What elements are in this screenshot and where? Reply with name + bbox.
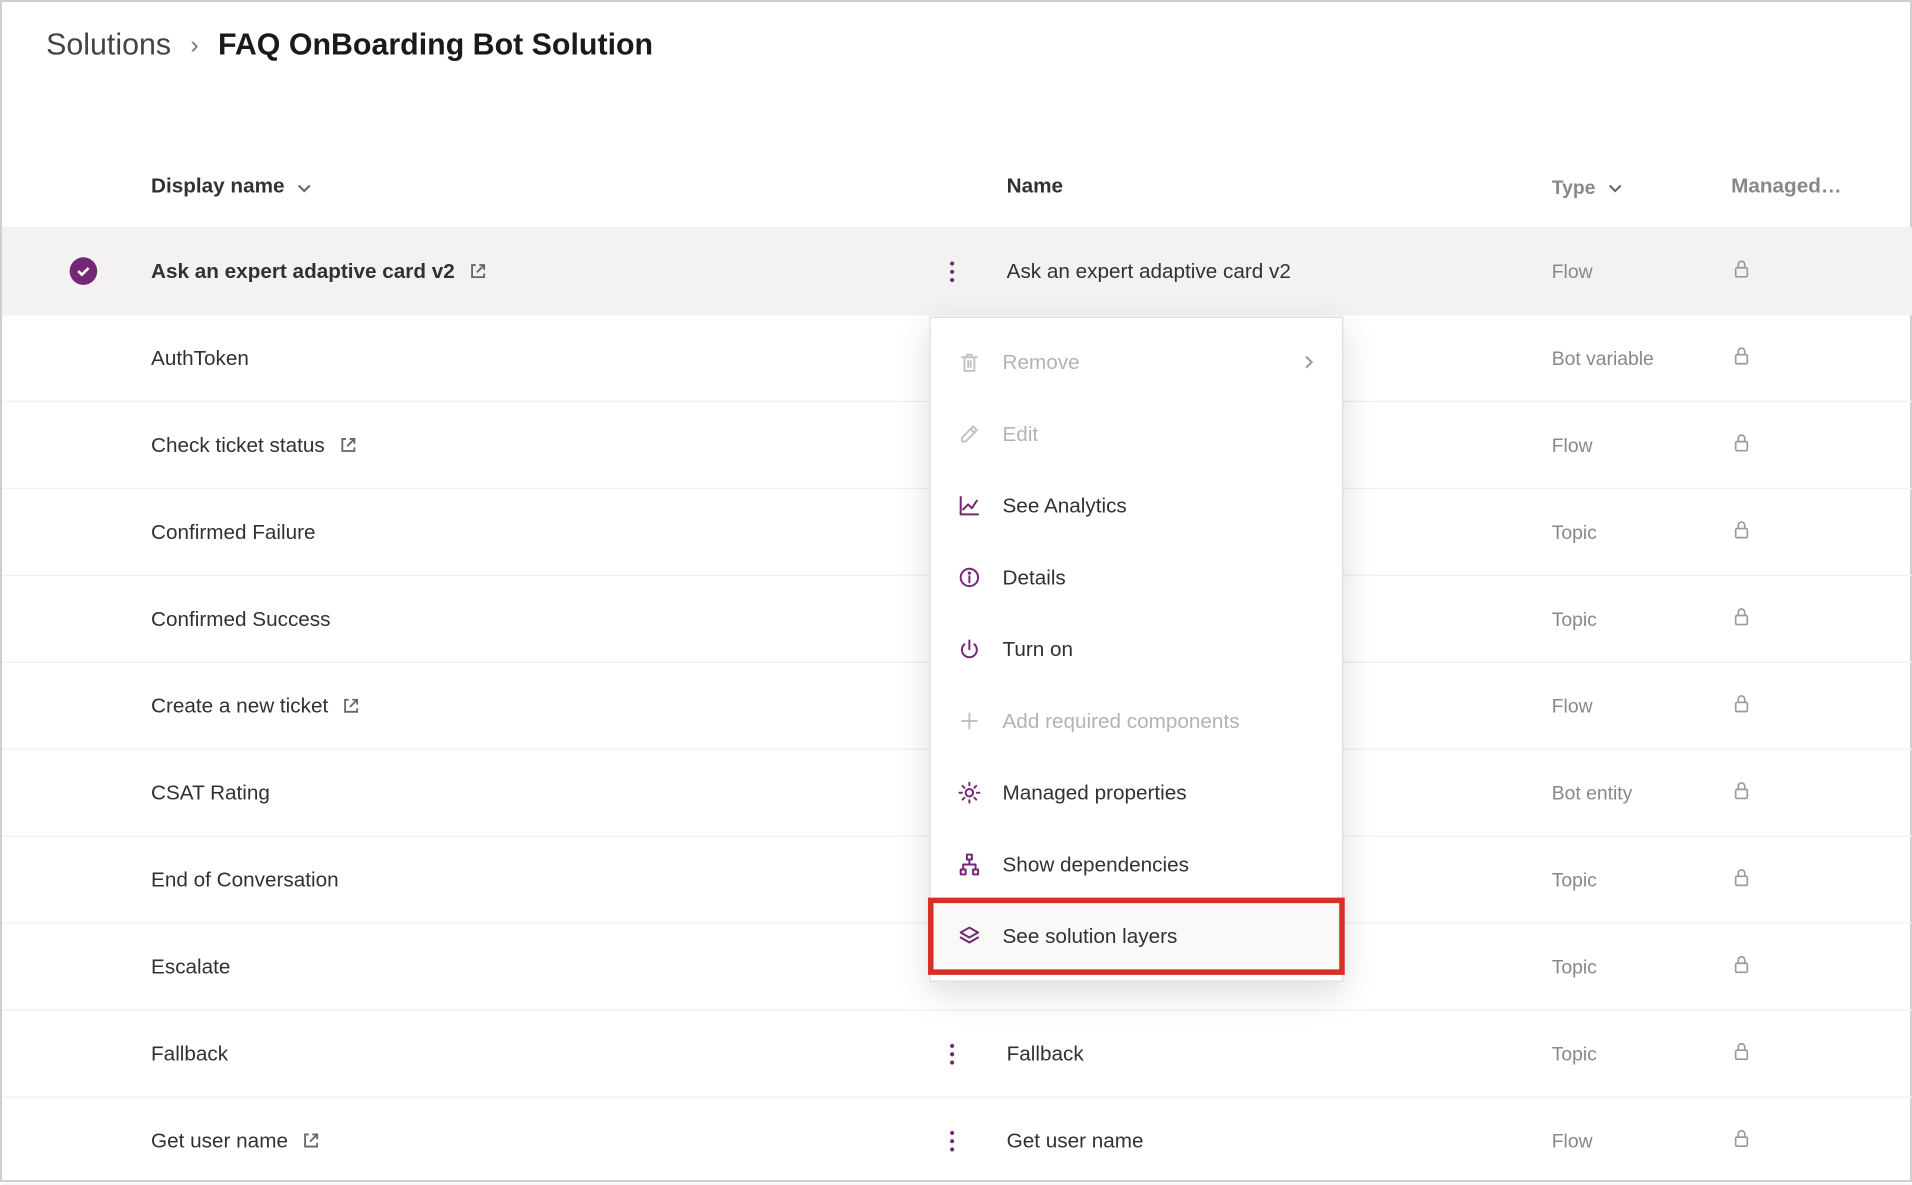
- gear-icon: [956, 779, 984, 807]
- lock-icon: [1731, 606, 1752, 627]
- edit-icon: [956, 420, 984, 448]
- menu-item[interactable]: Managed properties: [931, 757, 1342, 829]
- row-type: Topic: [1552, 608, 1597, 630]
- row-more-actions-button[interactable]: [949, 1130, 953, 1151]
- info-icon: [956, 564, 984, 592]
- row-display-name[interactable]: Ask an expert adaptive card v2: [151, 259, 455, 282]
- row-display-name[interactable]: Escalate: [151, 955, 230, 978]
- lock-icon: [1731, 432, 1752, 453]
- column-display-name[interactable]: Display name: [123, 175, 896, 198]
- row-select-check-icon[interactable]: [70, 257, 98, 285]
- menu-item-label: Add required components: [1003, 709, 1318, 732]
- column-type-label: Type: [1552, 175, 1596, 197]
- row-display-name[interactable]: AuthToken: [151, 346, 249, 369]
- lock-icon: [1731, 867, 1752, 888]
- menu-item-label: See solution layers: [1003, 925, 1318, 948]
- table-row[interactable]: Get user name Get user name Flow: [2, 1098, 1912, 1185]
- power-icon: [956, 635, 984, 663]
- menu-item[interactable]: Turn on: [931, 613, 1342, 685]
- row-name: Fallback: [1007, 1042, 1084, 1065]
- row-type: Flow: [1552, 434, 1593, 456]
- lock-icon: [1731, 954, 1752, 975]
- column-display-name-label: Display name: [151, 175, 284, 198]
- row-display-name[interactable]: End of Conversation: [151, 868, 339, 891]
- lock-icon: [1731, 1040, 1752, 1061]
- menu-item-label: Edit: [1003, 422, 1318, 445]
- chevron-down-icon: [1606, 178, 1623, 195]
- row-display-name[interactable]: Confirmed Failure: [151, 520, 316, 543]
- trash-icon: [956, 348, 984, 376]
- table-header-row: Display name Name Type Managed…: [2, 146, 1912, 229]
- table-row[interactable]: Fallback Fallback Topic: [2, 1011, 1912, 1098]
- column-type[interactable]: Type: [1552, 175, 1731, 197]
- breadcrumb-current: FAQ OnBoarding Bot Solution: [218, 27, 653, 63]
- lock-icon: [1731, 780, 1752, 801]
- row-context-menu: Remove Edit See Analytics Details Turn o…: [929, 317, 1343, 982]
- menu-item[interactable]: Show dependencies: [931, 829, 1342, 901]
- row-type: Topic: [1552, 956, 1597, 978]
- chevron-right-icon: [1301, 354, 1318, 371]
- open-in-new-window-icon[interactable]: [342, 696, 361, 715]
- row-type: Bot variable: [1552, 347, 1654, 369]
- menu-item[interactable]: Details: [931, 542, 1342, 614]
- menu-item-label: Show dependencies: [1003, 853, 1318, 876]
- menu-item[interactable]: Edit: [931, 398, 1342, 470]
- row-type: Flow: [1552, 695, 1593, 717]
- row-name: Ask an expert adaptive card v2: [1007, 259, 1291, 282]
- open-in-new-window-icon[interactable]: [339, 435, 358, 454]
- row-display-name[interactable]: Confirmed Success: [151, 607, 330, 630]
- plus-icon: [956, 707, 984, 735]
- analytics-icon: [956, 492, 984, 520]
- row-more-actions-button[interactable]: [949, 261, 953, 282]
- column-name[interactable]: Name: [1007, 175, 1552, 198]
- menu-item-label: Details: [1003, 566, 1318, 589]
- menu-item-label: Remove: [1003, 350, 1282, 373]
- column-managed-label: Managed…: [1731, 175, 1841, 198]
- row-display-name[interactable]: Get user name: [151, 1129, 288, 1152]
- row-display-name[interactable]: Fallback: [151, 1042, 228, 1065]
- row-display-name[interactable]: Check ticket status: [151, 433, 325, 456]
- column-managed[interactable]: Managed…: [1731, 175, 1883, 198]
- open-in-new-window-icon[interactable]: [302, 1131, 321, 1150]
- open-in-new-window-icon[interactable]: [469, 261, 488, 280]
- breadcrumb-root[interactable]: Solutions: [46, 27, 171, 63]
- row-type: Topic: [1552, 521, 1597, 543]
- menu-item-label: Turn on: [1003, 637, 1318, 660]
- breadcrumb-separator-icon: ›: [190, 30, 198, 59]
- column-name-label: Name: [1007, 175, 1063, 198]
- layers-icon: [956, 922, 984, 950]
- menu-item-label: Managed properties: [1003, 781, 1318, 804]
- menu-item[interactable]: Add required components: [931, 685, 1342, 757]
- lock-icon: [1731, 258, 1752, 279]
- row-type: Topic: [1552, 1043, 1597, 1065]
- lock-icon: [1731, 345, 1752, 366]
- row-name: Get user name: [1007, 1129, 1144, 1152]
- row-more-actions-button[interactable]: [949, 1043, 953, 1064]
- row-type: Flow: [1552, 260, 1593, 282]
- menu-item[interactable]: Remove: [931, 326, 1342, 398]
- lock-icon: [1731, 519, 1752, 540]
- row-type: Topic: [1552, 869, 1597, 891]
- menu-item[interactable]: See solution layers: [931, 900, 1342, 972]
- row-display-name[interactable]: CSAT Rating: [151, 781, 270, 804]
- breadcrumb: Solutions › FAQ OnBoarding Bot Solution: [2, 2, 1912, 77]
- row-display-name[interactable]: Create a new ticket: [151, 694, 328, 717]
- chevron-down-icon: [296, 178, 313, 195]
- lock-icon: [1731, 693, 1752, 714]
- menu-item[interactable]: See Analytics: [931, 470, 1342, 542]
- sitemap-icon: [956, 851, 984, 879]
- table-row[interactable]: Ask an expert adaptive card v2 Ask an ex…: [2, 228, 1912, 315]
- row-type: Bot entity: [1552, 782, 1633, 804]
- app-root: Solutions › FAQ OnBoarding Bot Solution …: [2, 2, 1912, 1182]
- menu-item-label: See Analytics: [1003, 494, 1318, 517]
- row-type: Flow: [1552, 1129, 1593, 1151]
- lock-icon: [1731, 1127, 1752, 1148]
